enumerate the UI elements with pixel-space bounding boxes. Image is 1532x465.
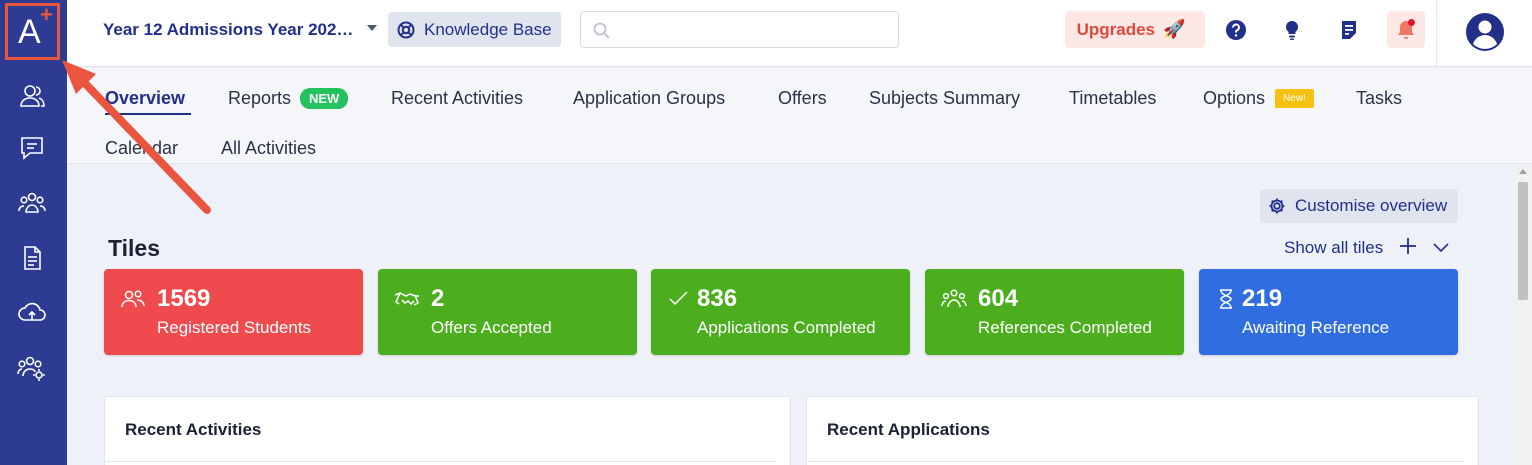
hourglass-icon: [1213, 288, 1239, 310]
tab-tasks[interactable]: Tasks: [1356, 88, 1402, 109]
search-box[interactable]: [580, 11, 899, 48]
notifications-button[interactable]: [1387, 11, 1425, 48]
header-divider: [1436, 0, 1437, 67]
tile-value: 219: [1242, 285, 1283, 312]
gear-icon: [1269, 198, 1285, 214]
tile-label: Offers Accepted: [431, 318, 552, 337]
notes-icon[interactable]: [1336, 17, 1362, 43]
recent-applications-panel: Recent Applications: [806, 396, 1479, 465]
tab-reports[interactable]: Reports: [228, 88, 291, 109]
group-icon[interactable]: [15, 186, 49, 220]
top-bar: Year 12 Admissions Year 202… Knowledge B…: [67, 0, 1532, 67]
lightbulb-icon[interactable]: [1279, 17, 1305, 43]
tile-value: 836: [697, 285, 738, 312]
tile-label: Awaiting Reference: [1242, 318, 1390, 337]
cloud-upload-icon[interactable]: [15, 296, 49, 330]
tile-label: Applications Completed: [697, 318, 876, 337]
tile-value: 604: [978, 285, 1019, 312]
show-all-tiles-link[interactable]: Show all tiles: [1284, 238, 1383, 258]
app-logo[interactable]: A +: [5, 3, 60, 60]
customise-overview-button[interactable]: Customise overview: [1260, 189, 1458, 223]
rocket-icon: 🚀: [1163, 19, 1186, 39]
tab-options[interactable]: Options: [1203, 88, 1265, 109]
tile-applications-completed[interactable]: 836 Applications Completed: [651, 269, 910, 355]
tile-offers-accepted[interactable]: 2 Offers Accepted: [378, 269, 637, 355]
search-input[interactable]: [619, 18, 889, 42]
tab-subjects-summary[interactable]: Subjects Summary: [869, 88, 1020, 109]
upgrades-label: Upgrades: [1076, 19, 1155, 39]
check-icon: [667, 288, 693, 310]
chat-icon[interactable]: [15, 131, 49, 165]
tab-all-activities[interactable]: All Activities: [221, 138, 316, 159]
scrollbar-thumb[interactable]: [1518, 182, 1528, 300]
chevron-down-icon[interactable]: [1432, 240, 1450, 254]
bell-icon: [1398, 18, 1415, 39]
tile-label: References Completed: [978, 318, 1152, 337]
tile-references-completed[interactable]: 604 References Completed: [925, 269, 1184, 355]
year-selector-label[interactable]: Year 12 Admissions Year 202…: [103, 20, 353, 40]
avatar[interactable]: [1465, 12, 1505, 52]
plus-icon[interactable]: [1398, 236, 1418, 256]
panel-title: Recent Activities: [125, 420, 262, 439]
panel-title: Recent Applications: [827, 420, 990, 439]
logo-plus: +: [40, 2, 53, 27]
logo-letter: A: [18, 13, 41, 51]
scroll-up-icon[interactable]: [1519, 169, 1527, 174]
tab-calendar[interactable]: Calendar: [105, 138, 178, 159]
tile-registered-students[interactable]: 1569 Registered Students: [104, 269, 363, 355]
new-badge: NEW: [300, 88, 349, 109]
group-settings-icon[interactable]: [15, 351, 49, 385]
tile-awaiting-reference[interactable]: 219 Awaiting Reference: [1199, 269, 1458, 355]
users-icon[interactable]: [15, 79, 49, 113]
panel-divider: [807, 461, 1464, 462]
tab-timetables[interactable]: Timetables: [1069, 88, 1156, 109]
tab-offers[interactable]: Offers: [778, 88, 827, 109]
help-icon[interactable]: [1223, 17, 1249, 43]
lifebuoy-icon: [397, 21, 415, 38]
handshake-icon: [394, 288, 420, 310]
scrollbar[interactable]: [1515, 164, 1532, 465]
tab-bar: Overview Reports NEW Recent Activities A…: [67, 68, 1532, 164]
panel-divider: [105, 461, 776, 462]
tile-label: Registered Students: [157, 318, 312, 337]
tile-value: 1569: [157, 285, 211, 312]
knowledge-base-button[interactable]: Knowledge Base: [388, 12, 561, 47]
sidebar: A +: [0, 0, 67, 465]
tab-overview[interactable]: Overview: [105, 88, 185, 109]
tab-recent-activities[interactable]: Recent Activities: [391, 88, 523, 109]
active-tab-indicator: [105, 113, 191, 115]
chevron-down-icon[interactable]: [367, 25, 377, 31]
search-icon: [593, 22, 610, 39]
tiles-heading: Tiles: [108, 235, 160, 261]
tab-application-groups[interactable]: Application Groups: [573, 88, 725, 109]
new-badge: New!: [1275, 89, 1314, 108]
upgrades-button[interactable]: Upgrades 🚀: [1065, 11, 1205, 48]
knowledge-base-label: Knowledge Base: [424, 19, 552, 39]
recent-activities-panel: Recent Activities: [104, 396, 791, 465]
document-icon[interactable]: [15, 241, 49, 275]
users-icon: [120, 288, 146, 310]
customise-overview-label: Customise overview: [1295, 196, 1448, 215]
group-icon: [941, 288, 967, 310]
tile-value: 2: [431, 285, 445, 312]
